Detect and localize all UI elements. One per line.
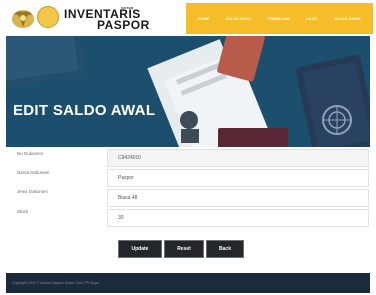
back-button[interactable]: Back (206, 240, 244, 258)
nav-saldo-awal[interactable]: SALDO AWAL (226, 17, 251, 21)
update-button[interactable]: Update (118, 240, 162, 258)
jenis-dokumen-field[interactable]: Biasa 48 (107, 189, 369, 207)
header: SISTEM INVENTARIS PASPOR HOME SALDO AWAL… (0, 0, 376, 36)
brand-title-line2: PASPOR (97, 18, 150, 32)
stock-field[interactable]: 30 (107, 209, 369, 227)
nama-dokumen-field[interactable]: Paspor (107, 169, 369, 187)
label-nama-dokumen: Nama Dokumen (17, 170, 50, 175)
garuda-emblem-icon (12, 10, 34, 28)
hero-banner: EDIT SALDO AWAL (6, 36, 370, 147)
nav-saldo-akhir[interactable]: SALDO AKHIR (334, 17, 360, 21)
label-stock: Stock (17, 209, 29, 214)
nav-pembelian[interactable]: PEMBELIAN (267, 17, 289, 21)
no-dokumen-field[interactable]: C9424010 (107, 149, 369, 167)
footer-copyright: Copyright 2022 © Kantor Imigrasi Kelas I… (12, 281, 100, 285)
passport-illustration (6, 36, 370, 147)
immigration-logo-icon (37, 6, 59, 28)
footer: Copyright 2022 © Kantor Imigrasi Kelas I… (6, 273, 370, 293)
label-no-dokumen: No Dokumen (17, 151, 44, 156)
nav-home[interactable]: HOME (198, 17, 209, 21)
page-title: EDIT SALDO AWAL (13, 102, 156, 119)
main-nav: HOME SALDO AWAL PEMBELIAN CATAT SALDO AK… (186, 3, 373, 34)
label-jenis-dokumen: Jenis Dokumen (17, 189, 49, 194)
page: SISTEM INVENTARIS PASPOR HOME SALDO AWAL… (0, 0, 376, 295)
reset-button[interactable]: Reset (164, 240, 204, 258)
site-logo[interactable]: SISTEM INVENTARIS PASPOR (11, 5, 181, 33)
nav-catat[interactable]: CATAT (306, 17, 318, 21)
